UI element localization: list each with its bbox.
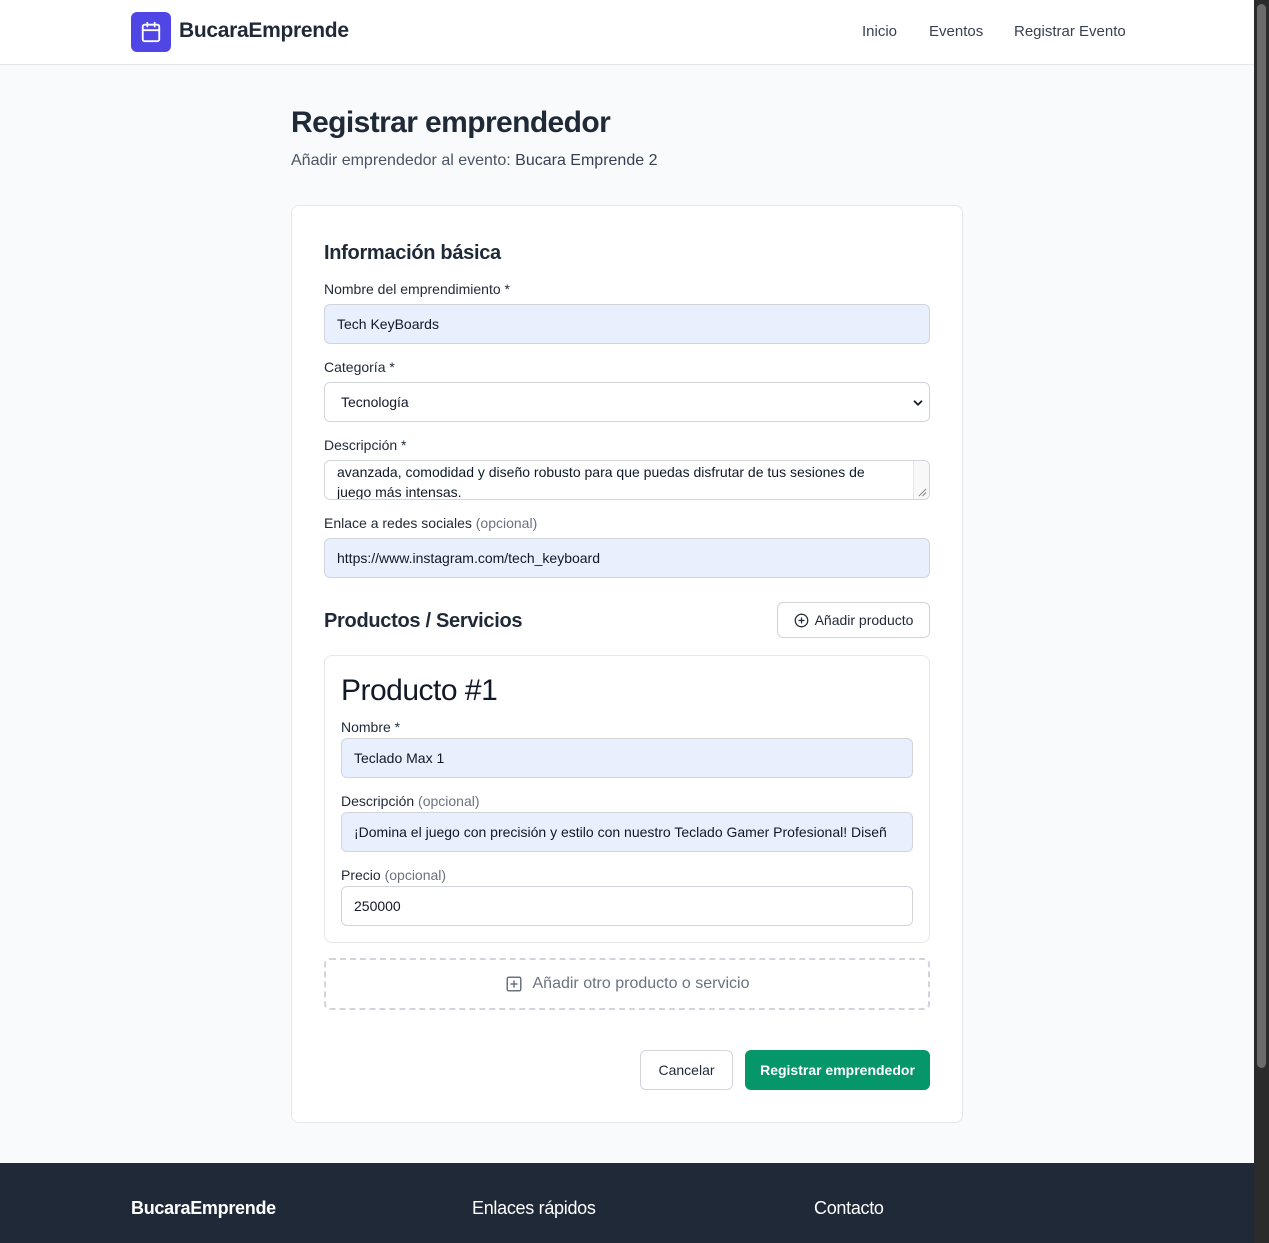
add-product-button[interactable]: Añadir producto <box>777 602 930 638</box>
category-selected-value: Tecnología <box>341 394 409 410</box>
event-name: Bucara Emprende 2 <box>515 152 658 169</box>
nav-inicio[interactable]: Inicio <box>862 23 897 40</box>
business-name-label: Nombre del emprendimiento * <box>324 281 510 297</box>
product-card: Producto #1 Nombre * Teclado Max 1 Descr… <box>324 655 930 943</box>
footer-contact-title: Contacto <box>814 1198 884 1218</box>
social-link-input[interactable]: https://www.instagram.com/tech_keyboard <box>324 538 930 578</box>
description-label: Descripción * <box>324 437 407 453</box>
category-select[interactable]: Tecnología <box>324 382 930 422</box>
product-price-label: Precio (opcional) <box>341 867 446 883</box>
scrollbar-thumb[interactable] <box>1257 4 1266 1068</box>
business-name-input[interactable]: Tech KeyBoards <box>324 304 930 344</box>
product-price-optional: (opcional) <box>384 867 447 883</box>
nav-registrar-evento[interactable]: Registrar Evento <box>1014 23 1126 40</box>
add-another-product-button[interactable]: Añadir otro producto o servicio <box>324 958 930 1010</box>
footer-quick-links-title: Enlaces rápidos <box>472 1198 596 1218</box>
plus-square-icon <box>506 976 521 992</box>
page-scrollbar[interactable] <box>1254 0 1269 1243</box>
product-description-label: Descripción (opcional) <box>341 793 480 809</box>
register-form-card: Información básica Nombre del emprendimi… <box>291 205 963 1123</box>
plus-circle-icon <box>794 613 808 627</box>
social-label: Enlace a redes sociales (opcional) <box>324 515 537 531</box>
footer: BucaraEmprende Enlaces rápidos Contacto <box>0 1163 1254 1243</box>
footer-brand: BucaraEmprende <box>131 1198 276 1218</box>
social-label-text: Enlace a redes sociales <box>324 515 472 531</box>
nav-eventos[interactable]: Eventos <box>929 23 983 40</box>
subtitle-prefix: Añadir emprendedor al evento: <box>291 152 511 169</box>
add-another-label: Añadir otro producto o servicio <box>532 975 750 992</box>
products-title: Productos / Servicios <box>324 610 523 632</box>
product-description-optional: (opcional) <box>418 793 480 809</box>
social-optional: (opcional) <box>475 515 538 531</box>
description-textarea[interactable]: avanzada, comodidad y diseño robusto par… <box>324 460 930 500</box>
top-navbar: BucaraEmprende Inicio Eventos Registrar … <box>0 0 1254 65</box>
product-description-label-text: Descripción <box>341 793 415 809</box>
product-name-label: Nombre * <box>341 719 401 735</box>
basic-info-title: Información básica <box>324 242 501 264</box>
page-title: Registrar emprendedor <box>291 106 611 139</box>
description-text: avanzada, comodidad y diseño robusto par… <box>337 464 865 500</box>
textarea-scrollbar[interactable] <box>913 461 929 499</box>
page: BucaraEmprende Inicio Eventos Registrar … <box>0 0 1254 1243</box>
product-description-input[interactable]: ¡Domina el juego con precisión y estilo … <box>341 812 913 852</box>
category-label: Categoría * <box>324 359 395 375</box>
product-name-input[interactable]: Teclado Max 1 <box>341 738 913 778</box>
resize-handle-icon[interactable] <box>918 488 927 497</box>
product-price-input[interactable]: 250000 <box>341 886 913 926</box>
submit-button[interactable]: Registrar emprendedor <box>745 1050 930 1090</box>
product-price-label-text: Precio <box>341 867 381 883</box>
cancel-button[interactable]: Cancelar <box>640 1050 733 1090</box>
page-subtitle: Añadir emprendedor al evento: Bucara Emp… <box>291 152 657 170</box>
main-nav: Inicio Eventos Registrar Evento <box>0 23 1254 43</box>
product-title: Producto #1 <box>341 674 498 707</box>
chevron-down-icon <box>913 400 923 406</box>
add-product-label: Añadir producto <box>814 612 914 628</box>
